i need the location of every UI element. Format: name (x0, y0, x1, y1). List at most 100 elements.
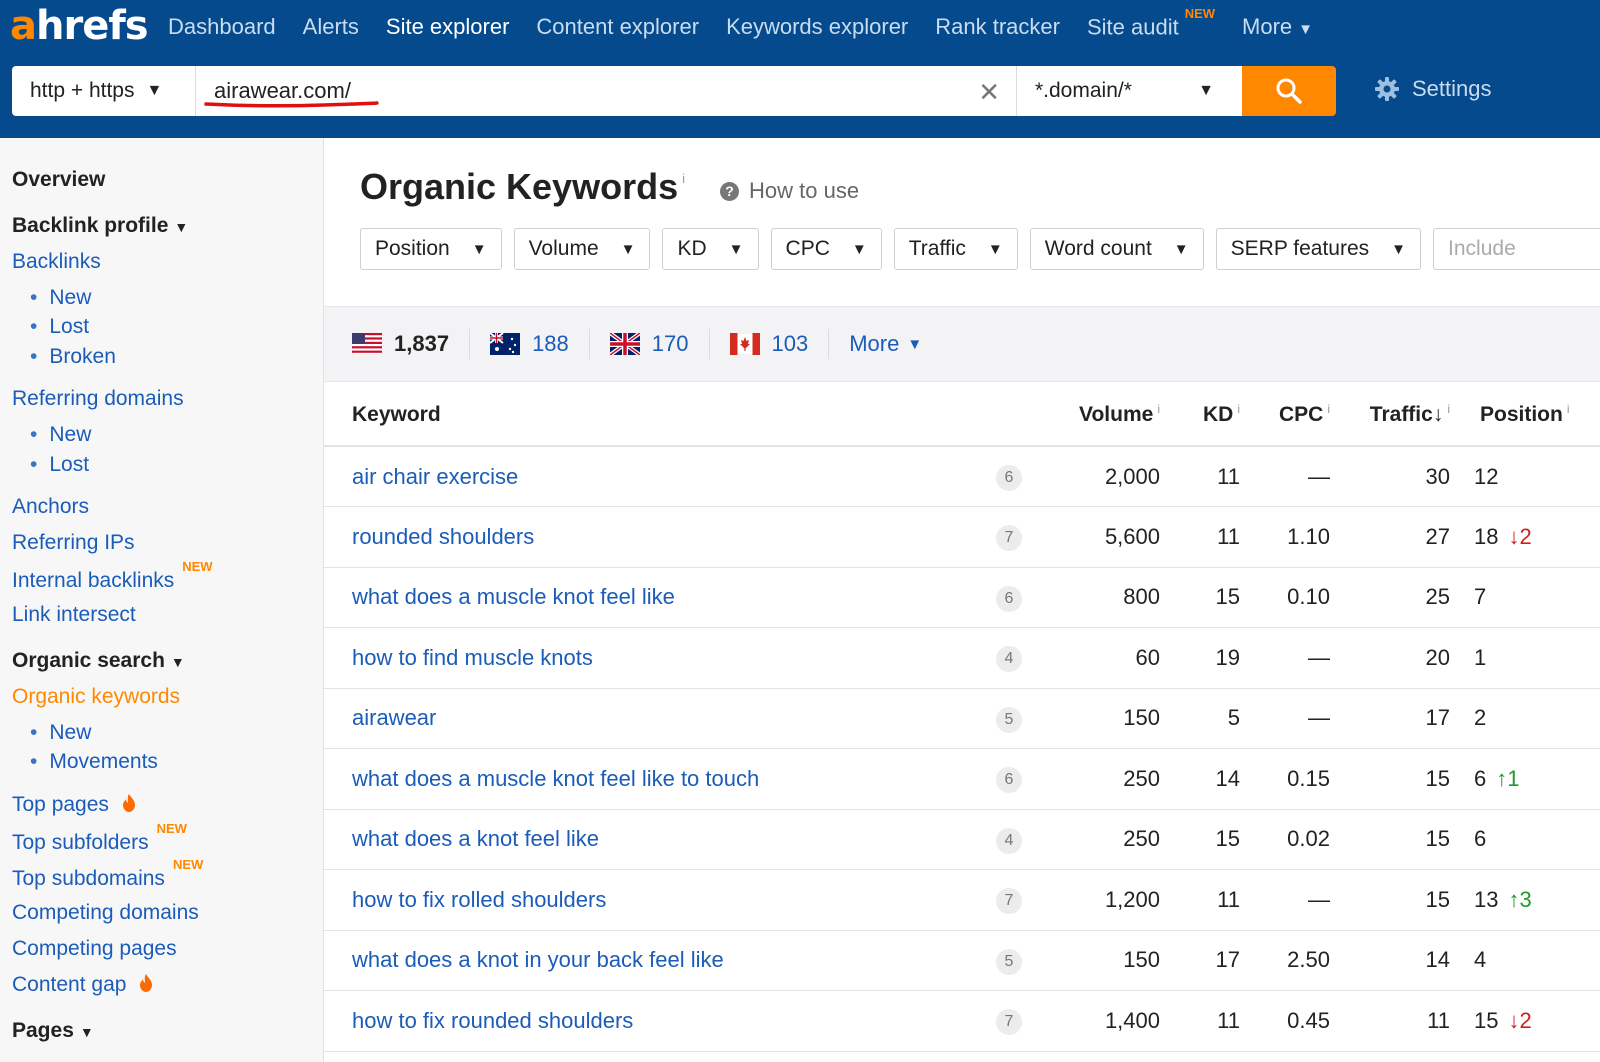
sidebar-backlinks-lost[interactable]: Lost (30, 315, 89, 339)
new-badge: NEW (156, 821, 187, 836)
caret-down-icon: ▼ (146, 82, 163, 99)
volume-cell: 250 (1044, 809, 1160, 870)
include-input[interactable]: Include (1433, 228, 1600, 270)
info-icon[interactable]: i (1237, 402, 1240, 416)
keyword-link[interactable]: rounded shoulders (324, 506, 974, 568)
filter-word-count[interactable]: Word count ▼ (1029, 228, 1204, 270)
sidebar-internal-backlinks[interactable]: Internal backlinks NEW (12, 559, 213, 593)
country-ca[interactable]: 103 (729, 329, 830, 359)
sidebar-backlinks-new[interactable]: New (30, 286, 91, 310)
main-content: Organic Keywords i ? How to use Position ▼… (324, 138, 1600, 1062)
how-to-use-label: How to use (749, 178, 860, 203)
keyword-link[interactable]: airawear (324, 688, 974, 749)
nav-site-explorer[interactable]: Site explorer (386, 14, 510, 40)
nav-more[interactable]: More ▼ (1242, 14, 1313, 40)
ahrefs-logo[interactable]: ahrefs (10, 4, 149, 50)
position-change: ↓2 (1508, 1007, 1532, 1033)
keyword-link[interactable]: what does a muscle knot feel like (324, 567, 974, 628)
keyword-link[interactable]: how to fix rolled shoulders (324, 869, 974, 931)
search-button[interactable] (1242, 66, 1336, 116)
info-icon[interactable]: i (1327, 402, 1330, 416)
col-cpc[interactable]: CPC i (1240, 384, 1330, 447)
nav-dashboard[interactable]: Dashboard (168, 14, 276, 40)
keyword-link[interactable]: how to fix rounded shoulders (324, 990, 974, 1052)
position-cell: 6 ↑1 (1450, 748, 1600, 810)
sidebar-refdomains-lost-label: Lost (49, 453, 90, 476)
sidebar-pages[interactable]: Pages ▼ (12, 1019, 94, 1043)
countries-more-dropdown[interactable]: More ▼ (849, 331, 922, 357)
keyword-link[interactable]: what does a knot feel like (324, 809, 974, 870)
col-volume[interactable]: Volume i (1044, 384, 1160, 447)
sidebar-link-intersect[interactable]: Link intersect (12, 603, 136, 627)
sidebar-backlinks[interactable]: Backlinks (12, 250, 101, 274)
sidebar-organic-search-label: Organic search (12, 649, 165, 672)
sidebar-overview[interactable]: Overview (12, 168, 105, 192)
url-input[interactable]: airawear.com/ ✕ (196, 66, 1016, 116)
us-flag-icon (352, 333, 382, 355)
nav-content-explorer[interactable]: Content explorer (536, 14, 699, 40)
filter-serp-features[interactable]: SERP features ▼ (1215, 228, 1422, 270)
sidebar-top-pages[interactable]: Top pages (12, 793, 137, 817)
filter-traffic[interactable]: Traffic ▼ (893, 228, 1018, 270)
col-position[interactable]: Position i (1450, 384, 1600, 447)
filter-volume[interactable]: Volume ▼ (513, 228, 651, 270)
keyword-link[interactable]: how to find muscle knots (324, 627, 974, 689)
info-icon[interactable]: i (1447, 402, 1450, 416)
filter-kd[interactable]: KD ▼ (662, 228, 759, 270)
nav-alerts[interactable]: Alerts (303, 14, 359, 40)
col-keyword[interactable]: Keyword (324, 384, 974, 447)
sidebar-referring-domains[interactable]: Referring domains (12, 387, 184, 411)
protocol-select[interactable]: http + https ▼ (12, 66, 196, 116)
settings-button[interactable]: Settings (1374, 76, 1492, 102)
keyword-link[interactable]: air chair exercise (324, 446, 974, 507)
sidebar-content-gap[interactable]: Content gap (12, 973, 154, 997)
col-traffic[interactable]: Traffic↓ i (1330, 384, 1450, 447)
traffic-cell: 15 (1330, 809, 1450, 870)
keyword-link[interactable]: what does a knot in your back feel like (324, 930, 974, 991)
how-to-use-link[interactable]: ? How to use (720, 178, 859, 204)
mode-select[interactable]: *.domain/* ▼ (1016, 66, 1242, 116)
nav-alerts-label: Alerts (302, 14, 359, 39)
info-icon[interactable]: i (1157, 402, 1160, 416)
search-icon (1276, 78, 1302, 104)
col-kd[interactable]: KD i (1160, 384, 1240, 447)
country-uk[interactable]: 170 (609, 329, 710, 359)
volume-cell: 1,400 (1044, 990, 1160, 1052)
sidebar-referring-ips[interactable]: Referring IPs (12, 531, 135, 555)
position-value: 15 (1474, 1007, 1499, 1033)
sidebar-refdomains-new[interactable]: New (30, 423, 91, 447)
nav-dashboard-label: Dashboard (168, 14, 276, 39)
sort-down-icon: ↓ (1432, 402, 1444, 426)
traffic-cell: 11 (1330, 990, 1450, 1052)
filter-position[interactable]: Position ▼ (360, 228, 502, 270)
sidebar-organic-movements[interactable]: Movements (30, 750, 158, 774)
sidebar-organic-search[interactable]: Organic search ▼ (12, 649, 185, 673)
filter-cpc[interactable]: CPC ▼ (770, 228, 882, 270)
sidebar-backlink-profile[interactable]: Backlink profile ▼ (12, 214, 188, 238)
nav-site-audit[interactable]: Site audit NEW (1087, 6, 1215, 40)
sidebar-top-subfolders[interactable]: Top subfolders NEW (12, 821, 187, 855)
clear-icon[interactable]: ✕ (978, 77, 1000, 108)
country-au[interactable]: 188 (490, 329, 590, 359)
sidebar-organic-new[interactable]: New (30, 721, 91, 745)
country-us[interactable]: 1,837 (352, 329, 471, 359)
word-count-cell: 5 (974, 930, 1044, 991)
sidebar-organic-keywords[interactable]: Organic keywords (12, 685, 180, 709)
sidebar-competing-domains[interactable]: Competing domains (12, 901, 199, 925)
info-icon[interactable]: i (1567, 402, 1570, 416)
volume-cell: 250 (1044, 748, 1160, 810)
keyword-link[interactable]: what does a muscle knot feel like to tou… (324, 748, 974, 810)
info-icon[interactable]: i (682, 171, 685, 186)
sidebar-backlinks-broken[interactable]: Broken (30, 345, 116, 369)
position-value: 6 (1474, 765, 1487, 791)
word-count-badge: 6 (996, 465, 1022, 491)
word-count-badge: 6 (996, 585, 1022, 612)
nav-rank-tracker[interactable]: Rank tracker (935, 14, 1060, 40)
position-value: 7 (1474, 584, 1487, 610)
sidebar-top-subdomains[interactable]: Top subdomains NEW (12, 857, 203, 891)
sidebar-refdomains-lost[interactable]: Lost (30, 453, 89, 477)
nav-more-label: More (1242, 14, 1293, 39)
sidebar-competing-pages[interactable]: Competing pages (12, 937, 177, 961)
nav-keywords-explorer[interactable]: Keywords explorer (726, 14, 908, 40)
sidebar-anchors[interactable]: Anchors (12, 495, 89, 519)
